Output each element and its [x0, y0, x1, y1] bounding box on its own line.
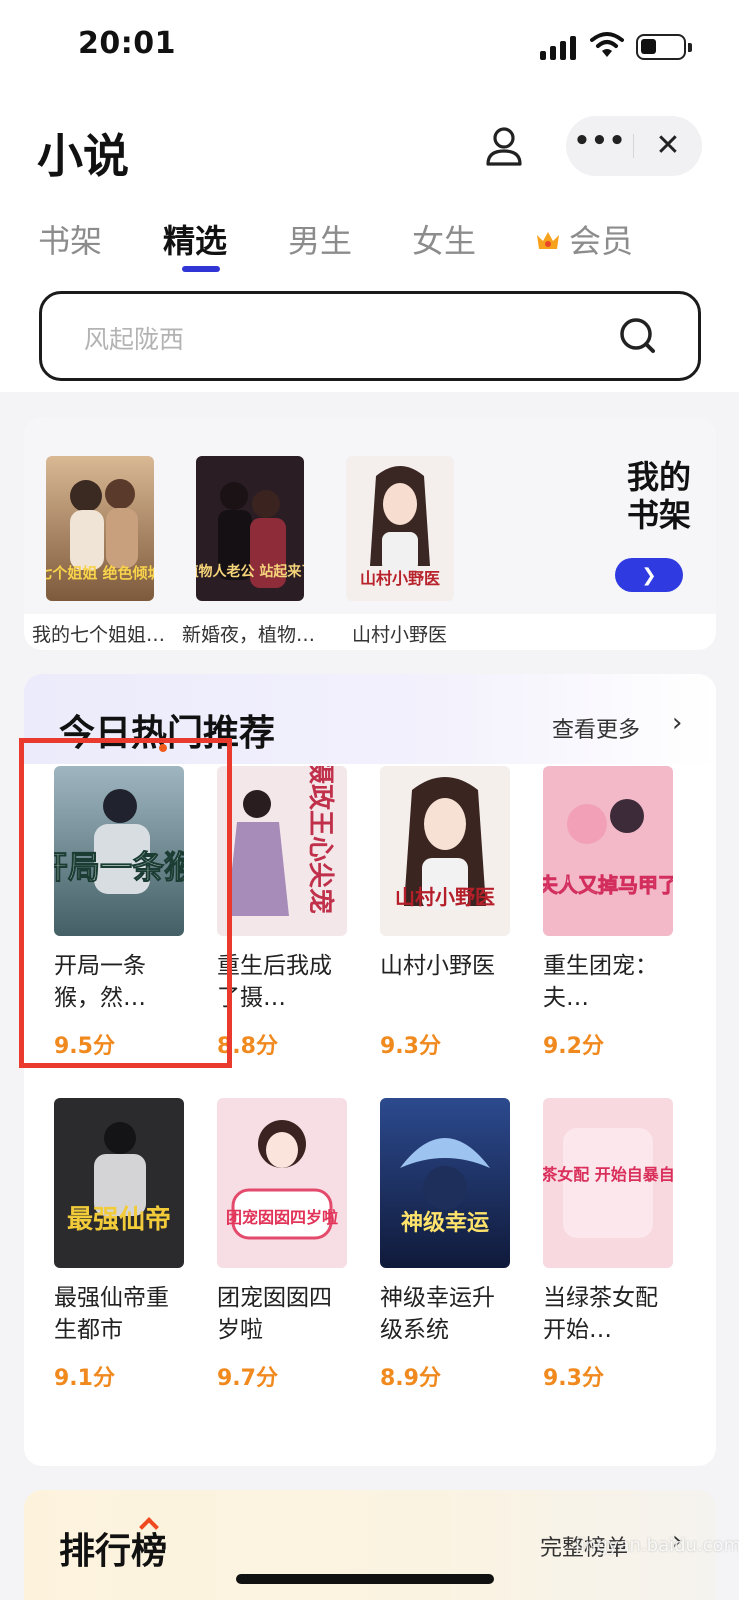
tab-vip-label: 会员: [569, 222, 634, 260]
battery-icon: [636, 34, 692, 60]
book-score: 9.3分: [543, 1366, 604, 1391]
cover-text: 神级幸运: [401, 1210, 489, 1236]
cover-text: 摄政王心尖宠: [305, 766, 336, 914]
wifi-icon: [590, 32, 624, 57]
home-indicator: [236, 1574, 494, 1584]
book-cover[interactable]: 绿茶女配 开始自暴自弃: [543, 1098, 673, 1268]
tab-featured[interactable]: 精选: [163, 216, 227, 262]
book-card[interactable]: 最强仙帝 最强仙帝重生都市 9.1分: [54, 1098, 184, 1392]
book-cover[interactable]: 摄政王心尖宠: [217, 766, 347, 936]
shelf-book-cover[interactable]: 植物人老公 站起来了: [196, 456, 304, 601]
page-title: 小说: [37, 129, 129, 183]
tab-vip[interactable]: 会员: [535, 216, 633, 262]
book-cover[interactable]: 夫人又掉马甲了: [543, 766, 673, 936]
shelf-book-title[interactable]: 我的七个姐姐…: [32, 620, 165, 647]
shelf-cover-text: 山村小野医: [360, 569, 440, 588]
user-icon[interactable]: [482, 124, 526, 168]
book-title[interactable]: 山村小野医: [380, 950, 510, 1014]
shelf-cover-text: 七个姐姐 绝色倾城: [46, 564, 154, 582]
search-placeholder: 风起陇西: [84, 325, 185, 354]
book-card[interactable]: 神级幸运 神级幸运升级系统 8.9分: [380, 1098, 510, 1392]
shelf-book-cover[interactable]: 七个姐姐 绝色倾城: [46, 456, 154, 601]
book-score: 8.8分: [217, 1034, 278, 1059]
book-title[interactable]: 当绿茶女配开始…: [543, 1282, 673, 1346]
book-score: 9.3分: [380, 1034, 441, 1059]
book-card[interactable]: 摄政王心尖宠 重生后我成了摄… 8.8分: [217, 766, 347, 1060]
book-title[interactable]: 重生团宠：夫…: [543, 950, 673, 1014]
see-more-link[interactable]: 查看更多: [552, 712, 640, 744]
book-card[interactable]: 山村小野医 山村小野医 9.3分: [380, 766, 510, 1060]
cover-text: 山村小野医: [395, 885, 495, 909]
category-tabs: 书架 精选 男生 女生 会员: [0, 216, 739, 276]
book-score: 9.1分: [54, 1366, 115, 1391]
book-cover[interactable]: 山村小野医: [380, 766, 510, 936]
my-bookshelf-title[interactable]: 我的 书架: [614, 458, 704, 535]
more-button[interactable]: •••: [566, 116, 634, 176]
book-card[interactable]: 团宠囡囡四岁啦 团宠囡囡四岁啦 9.7分: [217, 1098, 347, 1392]
shelf-book-title[interactable]: 山村小野医: [352, 620, 447, 647]
bookshelf-arrow-button[interactable]: ❯: [615, 558, 683, 592]
tab-male[interactable]: 男生: [288, 216, 352, 262]
shelf-cover-text: 植物人老公 站起来了: [196, 563, 304, 580]
my-bookshelf-title-line: 书架: [626, 496, 691, 535]
signal-icon: [540, 34, 578, 60]
cover-text: 夫人又掉马甲了: [543, 873, 673, 897]
tab-active-indicator: [182, 266, 220, 272]
mini-program-capsule: ••• ✕: [566, 116, 702, 176]
status-time: 20:01: [78, 26, 176, 61]
book-cover[interactable]: 团宠囡囡四岁啦: [217, 1098, 347, 1268]
search-bar[interactable]: 风起陇西: [39, 291, 701, 381]
close-icon: ✕: [655, 128, 681, 163]
tab-female[interactable]: 女生: [412, 216, 476, 262]
book-card[interactable]: 绿茶女配 开始自暴自弃 当绿茶女配开始… 9.3分: [543, 1098, 673, 1392]
my-bookshelf-card: 七个姐姐 绝色倾城 植物人老公 站起来了 山村小野医 我的七个姐姐… 新婚夜，植…: [24, 418, 716, 650]
watermark: jingyan.baidu.com: [575, 1535, 739, 1556]
close-button[interactable]: ✕: [634, 116, 702, 176]
shelf-book-cover[interactable]: 山村小野医: [346, 456, 454, 601]
cover-text: 绿茶女配 开始自暴自弃: [543, 1165, 673, 1184]
book-score: 9.2分: [543, 1034, 604, 1059]
highlight-box: [19, 738, 232, 1068]
chevron-right-icon: ❯: [641, 564, 657, 586]
cover-text: 最强仙帝: [67, 1204, 171, 1235]
book-card[interactable]: 夫人又掉马甲了 重生团宠：夫… 9.2分: [543, 766, 673, 1060]
book-score: 8.9分: [380, 1366, 441, 1391]
tab-bookshelf[interactable]: 书架: [38, 216, 102, 262]
crown-icon: [537, 232, 559, 249]
cover-text: 团宠囡囡四岁啦: [226, 1208, 338, 1227]
book-title[interactable]: 重生后我成了摄…: [217, 950, 347, 1014]
search-icon[interactable]: [618, 316, 658, 356]
book-title[interactable]: 最强仙帝重生都市: [54, 1282, 184, 1346]
book-score: 9.7分: [217, 1366, 278, 1391]
shelf-book-title[interactable]: 新婚夜，植物…: [182, 620, 315, 647]
book-cover[interactable]: 最强仙帝: [54, 1098, 184, 1268]
my-bookshelf-title-line: 我的: [626, 458, 691, 496]
book-title[interactable]: 神级幸运升级系统: [380, 1282, 510, 1346]
chevron-right-icon[interactable]: ›: [672, 708, 682, 738]
book-title[interactable]: 团宠囡囡四岁啦: [217, 1282, 347, 1346]
book-cover[interactable]: 神级幸运: [380, 1098, 510, 1268]
more-icon: •••: [573, 126, 627, 156]
